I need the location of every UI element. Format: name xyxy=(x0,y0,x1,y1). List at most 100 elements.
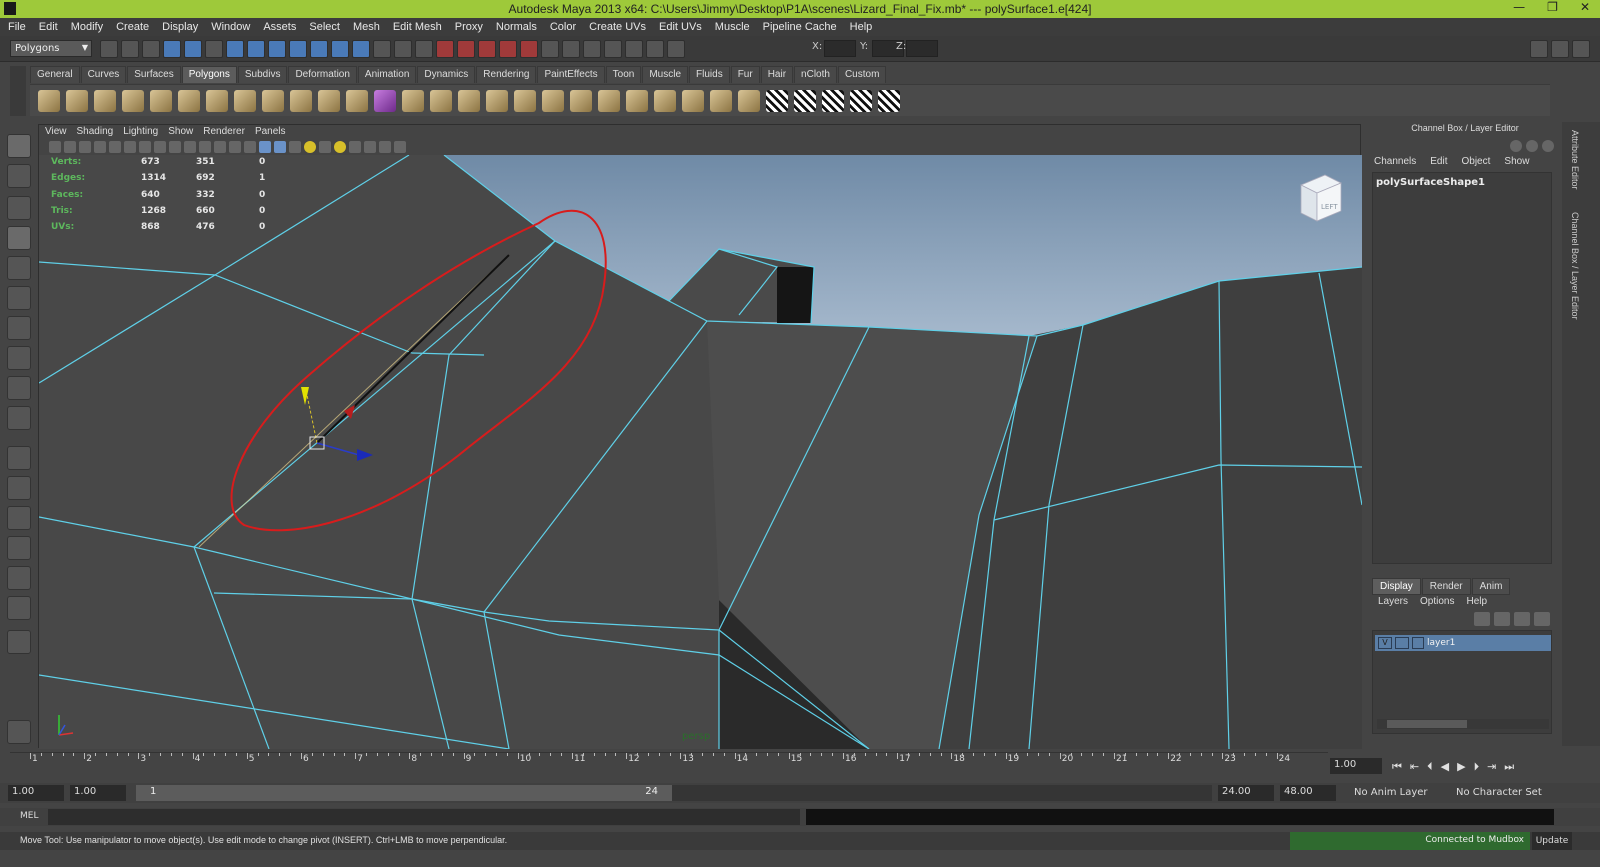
selected-object-name[interactable]: polySurfaceShape1 xyxy=(1376,177,1485,188)
pin-icon[interactable] xyxy=(1542,140,1554,152)
range-slider[interactable]: 1 24 xyxy=(136,785,1212,801)
new-scene-icon[interactable] xyxy=(100,40,118,58)
select-dynamic-icon[interactable] xyxy=(331,40,349,58)
soft-modification-icon[interactable] xyxy=(7,346,31,370)
two-d-pan-zoom-icon[interactable] xyxy=(109,141,121,153)
safe-title-icon[interactable] xyxy=(229,141,241,153)
layer-menu-help[interactable]: Help xyxy=(1466,596,1487,607)
grid-toggle-icon[interactable] xyxy=(139,141,151,153)
shelf-tab-painteffects[interactable]: PaintEffects xyxy=(537,66,605,83)
update-button[interactable]: Update xyxy=(1532,832,1572,850)
poly-torus-icon[interactable] xyxy=(178,89,200,112)
step-forward-frame-icon[interactable]: ⏵ xyxy=(1474,760,1480,774)
menu-normals[interactable]: Normals xyxy=(496,21,537,33)
average-vertices-icon[interactable] xyxy=(402,89,424,112)
shelf-menu-handle[interactable] xyxy=(10,66,26,116)
insert-edge-loop-icon[interactable] xyxy=(542,89,564,112)
shelf-tab-dynamics[interactable]: Dynamics xyxy=(417,66,476,83)
poly-soccer-icon[interactable] xyxy=(262,89,284,112)
menu-create[interactable]: Create xyxy=(116,21,149,33)
menu-set-dropdown[interactable]: Polygons ▼ xyxy=(10,40,92,57)
merge-icon[interactable] xyxy=(654,89,676,112)
shelf-tab-general[interactable]: General xyxy=(30,66,80,83)
poly-plane-icon[interactable] xyxy=(150,89,172,112)
quick-layout-icon[interactable] xyxy=(7,720,31,744)
persp-outliner-layout-icon[interactable] xyxy=(7,506,31,530)
viewport-menu-show[interactable]: Show xyxy=(168,125,193,139)
time-slider[interactable]: 1 2 3 4 5 6 7 8 9 10 11 12 13 14 15 16 17 18 19 20 21 22 23 24 xyxy=(10,752,1328,778)
lasso-tool-icon[interactable] xyxy=(7,164,31,188)
menu-modify[interactable]: Modify xyxy=(71,21,103,33)
menu-select[interactable]: Select xyxy=(309,21,340,33)
restore-button[interactable]: ❐ xyxy=(1547,0,1558,14)
new-layer-selected-icon[interactable] xyxy=(1534,612,1550,626)
save-scene-icon[interactable] xyxy=(142,40,160,58)
image-plane-icon[interactable] xyxy=(94,141,106,153)
xray-icon[interactable] xyxy=(364,141,376,153)
cb-menu-show[interactable]: Show xyxy=(1504,156,1529,167)
automatic-mapping-icon[interactable] xyxy=(822,89,844,112)
camera-attributes-icon[interactable] xyxy=(64,141,76,153)
select-object-icon[interactable] xyxy=(184,40,202,58)
channel-box-tab[interactable]: Channel Box / Layer Editor xyxy=(1566,212,1580,320)
shelf-tab-subdivs[interactable]: Subdivs xyxy=(237,66,288,83)
menu-edit-uvs[interactable]: Edit UVs xyxy=(659,21,702,33)
menu-help[interactable]: Help xyxy=(850,21,873,33)
shelf-tab-fur[interactable]: Fur xyxy=(730,66,760,83)
select-curve-icon[interactable] xyxy=(268,40,286,58)
bridge-icon[interactable] xyxy=(458,89,480,112)
menu-display[interactable]: Display xyxy=(162,21,198,33)
menu-mesh[interactable]: Mesh xyxy=(353,21,380,33)
layout-menu-icon[interactable] xyxy=(7,630,31,654)
select-component-icon[interactable] xyxy=(205,40,223,58)
view-cube[interactable]: LEFT xyxy=(1295,171,1343,227)
shelf-tab-polygons[interactable]: Polygons xyxy=(181,66,237,83)
layer-menu-layers[interactable]: Layers xyxy=(1378,596,1408,607)
shelf-tab-curves[interactable]: Curves xyxy=(80,66,127,83)
shelf-tab-fluids[interactable]: Fluids xyxy=(689,66,730,83)
collapse-icon[interactable] xyxy=(682,89,704,112)
select-misc-icon[interactable] xyxy=(373,40,391,58)
uv-texture-editor-icon[interactable] xyxy=(850,89,872,112)
lock-selection-icon[interactable] xyxy=(394,40,412,58)
attribute-editor-toggle-icon[interactable] xyxy=(1530,40,1548,58)
bevel-icon[interactable] xyxy=(626,89,648,112)
bookmarks-icon[interactable] xyxy=(79,141,91,153)
close-button[interactable]: ✕ xyxy=(1580,0,1590,14)
minimize-button[interactable]: — xyxy=(1513,0,1525,14)
tab-render[interactable]: Render xyxy=(1421,578,1471,595)
lock-icon[interactable] xyxy=(1526,140,1538,152)
make-live-icon[interactable] xyxy=(520,40,538,58)
tab-anim[interactable]: Anim xyxy=(1471,578,1511,595)
animation-start-field[interactable]: 1.00 xyxy=(8,785,64,801)
paint-select-tool-icon[interactable] xyxy=(7,196,31,220)
viewport-menu-view[interactable]: View xyxy=(45,125,67,139)
select-rendering-icon[interactable] xyxy=(352,40,370,58)
select-deformation-icon[interactable] xyxy=(310,40,328,58)
move-tool-icon[interactable] xyxy=(7,226,31,250)
smooth-proxy-icon[interactable] xyxy=(374,89,396,112)
poly-sphere-icon[interactable] xyxy=(38,89,60,112)
viewport-menu-shading[interactable]: Shading xyxy=(77,125,114,139)
planar-mapping-icon[interactable] xyxy=(794,89,816,112)
step-back-frame-icon[interactable]: ⏴ xyxy=(1427,760,1433,774)
z-input[interactable] xyxy=(906,40,938,57)
extract-icon[interactable] xyxy=(346,89,368,112)
layer-row[interactable]: V layer1 xyxy=(1375,635,1551,651)
shelf-tab-hair[interactable]: Hair xyxy=(760,66,794,83)
menu-edit[interactable]: Edit xyxy=(39,21,58,33)
separate-icon[interactable] xyxy=(318,89,340,112)
shelf-tab-ncloth[interactable]: nCloth xyxy=(794,66,837,83)
menu-proxy[interactable]: Proxy xyxy=(455,21,483,33)
field-chart-icon[interactable] xyxy=(199,141,211,153)
poly-cone-icon[interactable] xyxy=(122,89,144,112)
film-gate-icon[interactable] xyxy=(154,141,166,153)
render-view-icon[interactable] xyxy=(604,40,622,58)
play-forward-icon[interactable]: ▶ xyxy=(1457,760,1465,774)
shelf-tab-surfaces[interactable]: Surfaces xyxy=(127,66,181,83)
output-ops-icon[interactable] xyxy=(562,40,580,58)
command-input[interactable] xyxy=(48,809,800,825)
character-set-dropdown[interactable]: No Character Set xyxy=(1456,787,1542,798)
select-camera-icon[interactable] xyxy=(49,141,61,153)
shelf-tab-custom[interactable]: Custom xyxy=(837,66,887,83)
